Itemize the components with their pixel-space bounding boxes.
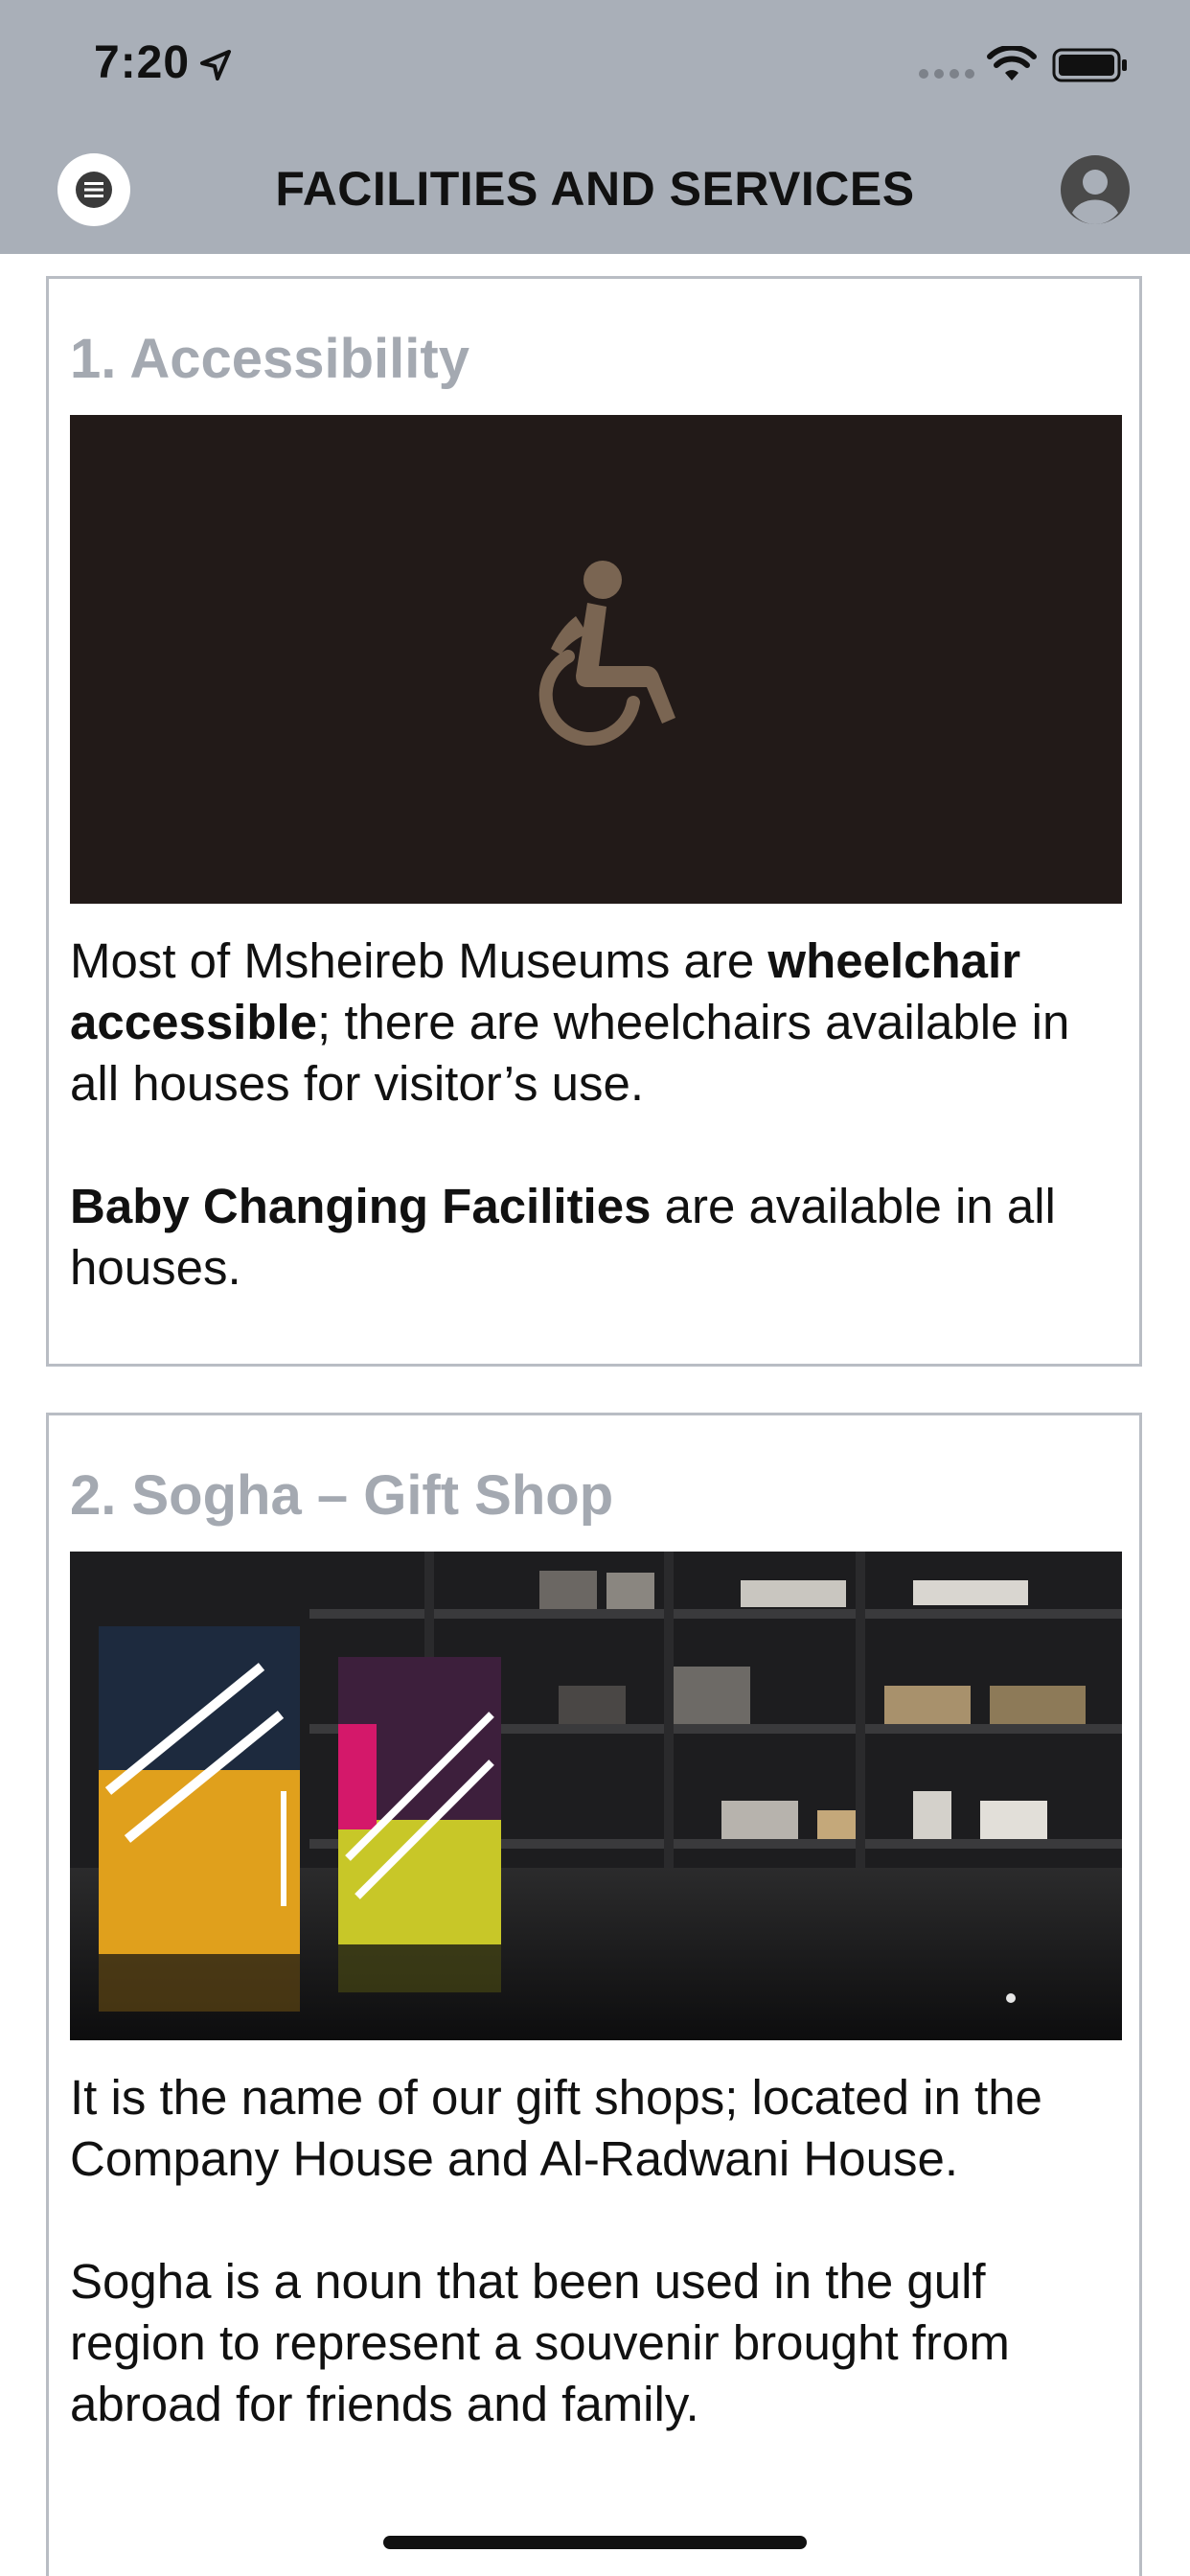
gift-shop-photo [70, 1552, 1122, 2040]
section-accessibility: 1. Accessibility Most of Msheireb Museum… [46, 276, 1142, 1367]
gift-shop-paragraph-1: It is the name of our gift shops; locate… [70, 2070, 1042, 2186]
section-gift-shop: 2. Sogha – Gift Shop It is the name of o… [46, 1413, 1142, 2576]
wheelchair-accessibility-icon [538, 561, 675, 746]
home-indicator[interactable] [383, 2536, 807, 2549]
cellular-signal-icon [919, 69, 974, 79]
baby-changing-paragraph: Baby Changing Facilities are available i… [70, 1176, 1122, 1299]
baby-changing-text: Baby Changing Facilities [70, 1179, 652, 1233]
location-arrow-icon [200, 50, 231, 80]
gift-shop-photo-illustration [70, 1552, 1122, 2040]
gift-shop-paragraph-2: Sogha is a noun that been used in the gu… [70, 2254, 1010, 2431]
accessibility-text: Most of Msheireb Museums are [70, 933, 768, 988]
section-title: 2. Sogha – Gift Shop [70, 1464, 614, 1527]
header: 7:20 FACILITIES AND SERVICES [0, 0, 1190, 254]
status-time: 7:20 [94, 37, 191, 88]
section-title: 1. Accessibility [70, 328, 469, 390]
user-avatar-icon[interactable] [1059, 153, 1132, 226]
accessibility-image [70, 415, 1122, 904]
wifi-icon [987, 46, 1037, 80]
facilities-services-screen: 7:20 FACILITIES AND SERVICES 1. Accessib… [0, 0, 1190, 2576]
accessibility-paragraph: Most of Msheireb Museums are wheelchair … [70, 931, 1122, 1115]
battery-icon [1052, 48, 1127, 82]
page-title: FACILITIES AND SERVICES [275, 162, 915, 216]
